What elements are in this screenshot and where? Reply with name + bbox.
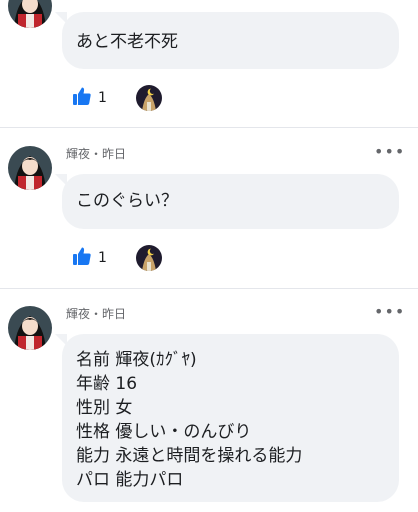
reactor-avatar[interactable] xyxy=(136,85,162,111)
commenter-avatar[interactable] xyxy=(8,0,52,28)
more-options-button[interactable]: ••• xyxy=(374,144,405,160)
comment-text: このぐらい？ xyxy=(76,191,178,211)
ellipsis-icon: ••• xyxy=(374,302,406,321)
bubble-tail xyxy=(55,334,67,346)
reactor-avatar[interactable] xyxy=(136,245,162,271)
divider xyxy=(0,127,418,128)
like-count[interactable]: 1 xyxy=(98,89,107,107)
like-row: 1 xyxy=(72,86,132,110)
comment-meta: 輝夜・昨日 xyxy=(66,307,127,321)
comment-bubble: このぐらい？ xyxy=(55,174,399,229)
comment-thread: あと不老不死 1 輝夜・昨日 ••• このぐらい？ 1 輝夜・昨日 ••• 名前… xyxy=(0,0,418,512)
commenter-avatar[interactable] xyxy=(8,146,52,190)
more-options-button[interactable]: ••• xyxy=(374,304,405,320)
thumbs-up-icon[interactable] xyxy=(72,86,92,106)
like-row: 1 xyxy=(72,246,132,270)
comment-bubble: あと不老不死 xyxy=(55,12,399,69)
comment-bubble: 名前 輝夜(ｶｸﾞﾔ) 年齢 16 性別 女 性格 優しい・のんびり 能力 永遠… xyxy=(55,334,399,502)
comment-meta: 輝夜・昨日 xyxy=(66,147,127,161)
comment-text: 名前 輝夜(ｶｸﾞﾔ) 年齢 16 性別 女 性格 優しい・のんびり 能力 永遠… xyxy=(76,350,303,490)
commenter-avatar[interactable] xyxy=(8,306,52,350)
bubble-tail xyxy=(55,12,67,24)
bubble-tail xyxy=(55,174,67,186)
divider xyxy=(0,288,418,289)
like-count[interactable]: 1 xyxy=(98,249,107,267)
ellipsis-icon: ••• xyxy=(374,142,406,161)
thumbs-up-icon[interactable] xyxy=(72,246,92,266)
comment-text: あと不老不死 xyxy=(76,32,178,52)
